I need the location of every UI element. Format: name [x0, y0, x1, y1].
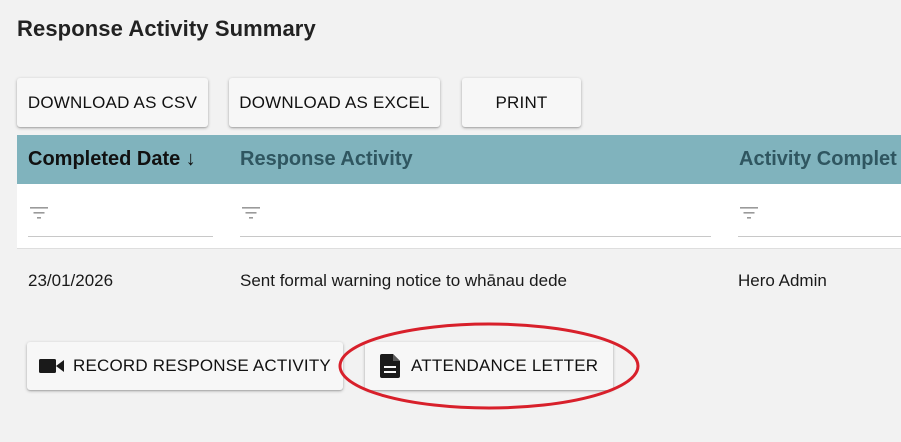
column-header-completed-date[interactable]: Completed Date ↓: [28, 135, 196, 184]
column-header-activity-completed-by[interactable]: Activity Complet: [739, 135, 897, 184]
record-response-activity-button[interactable]: RECORD RESPONSE ACTIVITY: [27, 342, 343, 390]
cell-response-activity: Sent formal warning notice to whānau ded…: [240, 271, 567, 290]
cell-completed-date: 23/01/2026: [28, 271, 114, 290]
filter-icon: [242, 207, 260, 219]
filter-icon: [30, 207, 48, 219]
record-response-activity-label: RECORD RESPONSE ACTIVITY: [73, 356, 331, 375]
page-title: Response Activity Summary: [17, 16, 316, 41]
filter-icon: [740, 207, 758, 219]
table-header: Completed Date ↓ Response Activity Activ…: [17, 135, 901, 184]
attendance-letter-button[interactable]: ATTENDANCE LETTER: [365, 342, 613, 390]
filter-row: [17, 184, 901, 249]
table-row[interactable]: 23/01/2026 Sent formal warning notice to…: [17, 249, 901, 313]
filter-input-response-activity[interactable]: [240, 196, 711, 237]
document-icon: [377, 354, 403, 378]
filter-input-activity-completed-by[interactable]: [738, 196, 901, 237]
download-csv-button[interactable]: DOWNLOAD AS CSV: [17, 78, 208, 127]
page: Response Activity Summary DOWNLOAD AS CS…: [0, 0, 901, 442]
download-excel-button[interactable]: DOWNLOAD AS EXCEL: [229, 78, 440, 127]
column-header-response-activity[interactable]: Response Activity: [240, 135, 413, 184]
video-camera-icon: [39, 355, 65, 377]
filter-input-completed-date[interactable]: [28, 196, 213, 237]
print-button[interactable]: PRINT: [462, 78, 581, 127]
attendance-letter-label: ATTENDANCE LETTER: [411, 356, 599, 375]
cell-completed-by: Hero Admin: [738, 271, 827, 290]
